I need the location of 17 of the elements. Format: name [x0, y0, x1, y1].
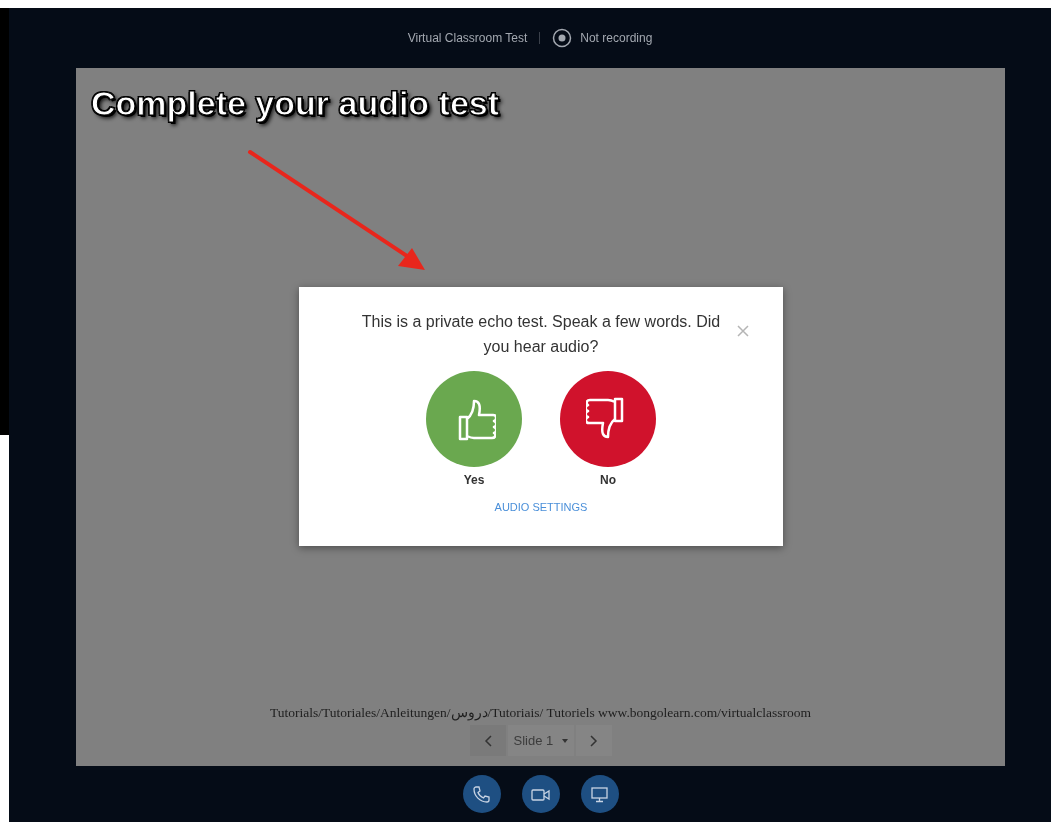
caret-icon	[561, 738, 568, 743]
record-icon[interactable]	[552, 28, 573, 48]
chevron-left-icon	[483, 734, 492, 747]
chevron-right-icon	[589, 734, 598, 747]
choice-label: Yes	[463, 473, 485, 487]
phone-button[interactable]	[462, 775, 501, 813]
audio-settings-link[interactable]: AUDIO SETTINGS	[494, 501, 588, 513]
dialog-message: This is a private echo test. Speak a few words. Did you hear audio?	[360, 312, 722, 357]
recording-status: Not recording	[580, 31, 653, 45]
phone-icon	[472, 784, 491, 804]
slide-selector[interactable]: Slide 1	[507, 725, 574, 756]
choice-label: No	[600, 473, 616, 487]
slide-caption: Tutorials/Tutoriales/Anleitungen/دروس/Tutoriais/ Tutoriels www.bongolearn.com/virtualclassroom	[270, 704, 811, 721]
session-title: Virtual Classroom Test	[407, 31, 528, 45]
camera-button[interactable]	[521, 775, 560, 813]
screen-share-button[interactable]	[580, 775, 619, 813]
monitor-icon	[590, 784, 609, 804]
